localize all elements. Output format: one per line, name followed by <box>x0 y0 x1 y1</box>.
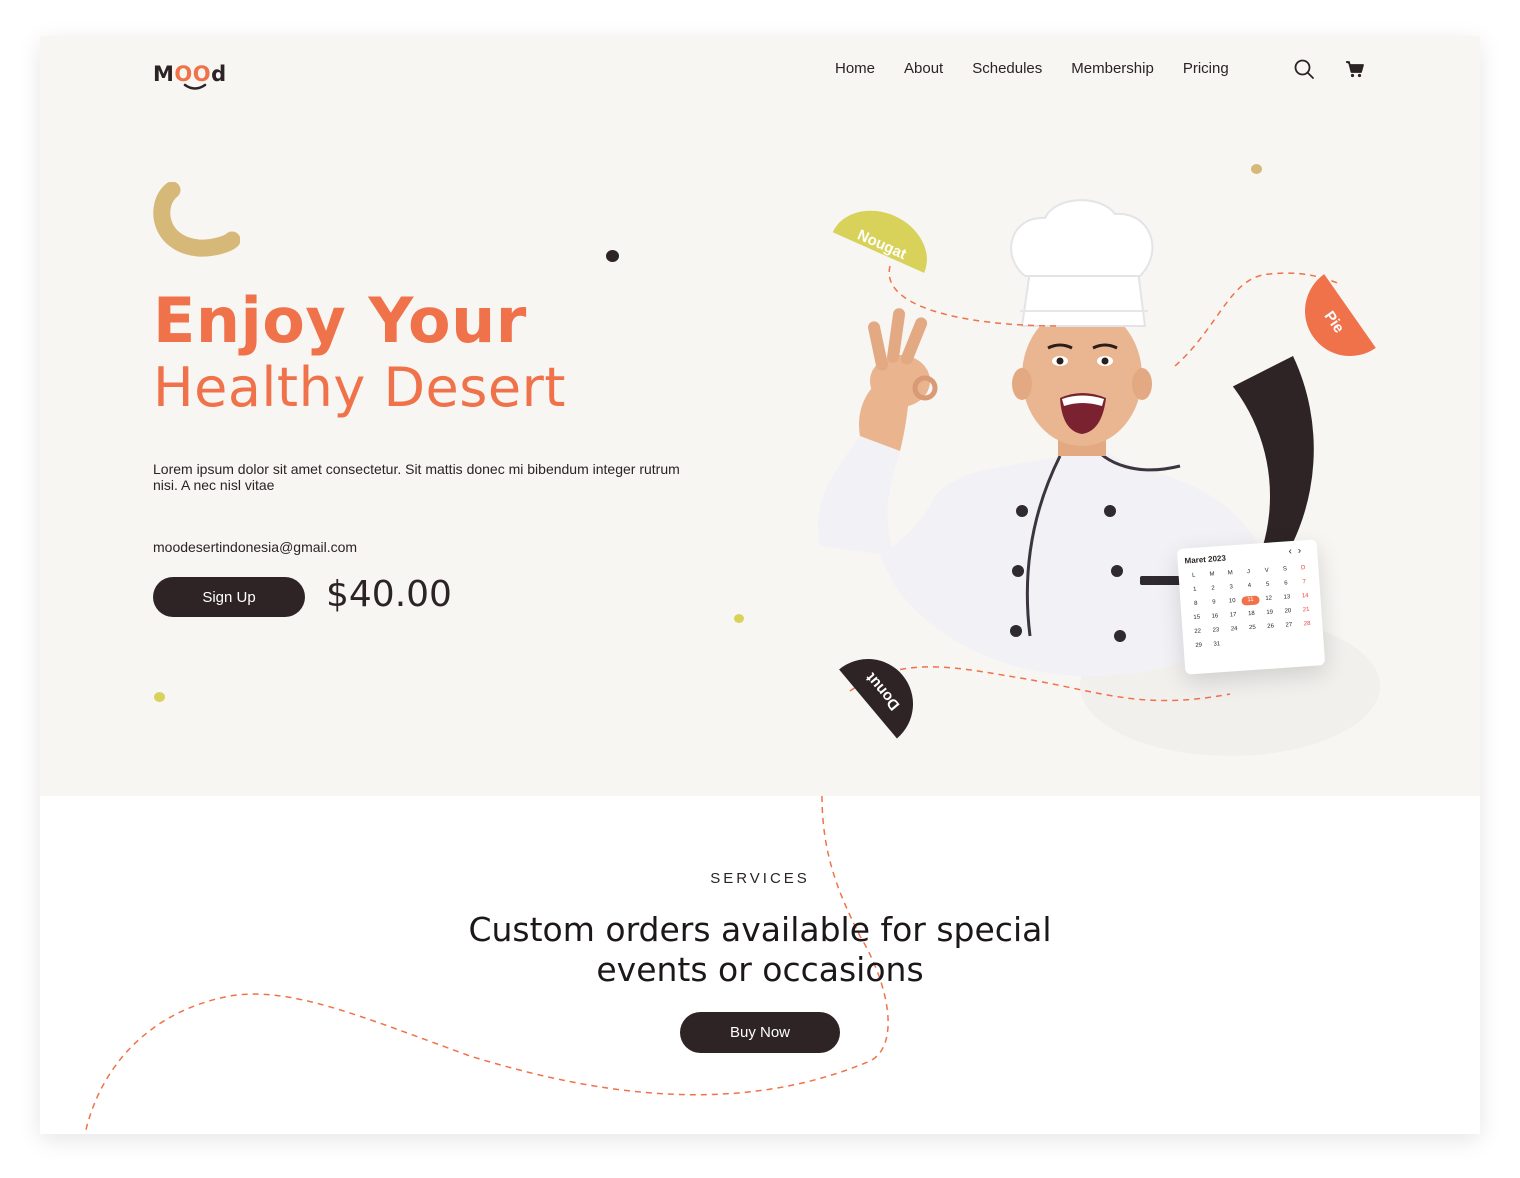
nav-pricing[interactable]: Pricing <box>1183 60 1229 77</box>
signup-button[interactable]: Sign Up <box>153 577 305 617</box>
landing-page: MOOd Home About Schedules Membership Pri… <box>40 36 1480 1134</box>
nav-home[interactable]: Home <box>835 60 875 77</box>
calendar-day[interactable]: 18 <box>1242 609 1261 619</box>
calendar-day[interactable]: 19 <box>1260 608 1279 618</box>
calendar-day[interactable]: 22 <box>1188 627 1207 637</box>
calendar-month-title: Maret 2023 <box>1184 553 1227 566</box>
calendar-day[interactable]: 11 <box>1241 595 1260 606</box>
calendar-weekday: V <box>1264 567 1269 574</box>
crescent-decoration <box>153 182 240 257</box>
buy-now-button[interactable]: Buy Now <box>680 1012 840 1053</box>
nav-schedules[interactable]: Schedules <box>972 60 1042 77</box>
calendar-day[interactable]: 4 <box>1240 581 1259 591</box>
calendar-day[interactable]: 15 <box>1187 613 1206 623</box>
calendar-weekday: M <box>1209 571 1215 578</box>
calendar-day[interactable]: 21 <box>1297 606 1316 616</box>
calendar-day[interactable]: 3 <box>1222 583 1241 593</box>
calendar-day[interactable]: 25 <box>1243 623 1262 633</box>
calendar-day[interactable]: 1 <box>1185 585 1204 595</box>
yellow-dot <box>154 692 165 702</box>
calendar-weekday: M <box>1227 570 1234 577</box>
calendar-day[interactable]: 6 <box>1277 579 1296 589</box>
main-nav: Home About Schedules Membership Pricing <box>835 60 1258 77</box>
calendar-day[interactable]: 20 <box>1279 607 1298 617</box>
services-label: SERVICES <box>710 870 810 887</box>
calendar-day[interactable]: 9 <box>1205 598 1224 608</box>
calendar-nav[interactable]: ‹› <box>1288 545 1307 557</box>
calendar-day[interactable]: 13 <box>1278 593 1297 603</box>
calendar-day[interactable]: 16 <box>1206 612 1225 622</box>
chevron-right-icon[interactable]: › <box>1297 545 1307 557</box>
calendar-day[interactable]: 17 <box>1224 611 1243 621</box>
services-title: Custom orders available for special even… <box>468 910 1052 989</box>
nougat-tag: Nougat <box>832 210 927 273</box>
contact-email[interactable]: moodesertindonesia@gmail.com <box>153 539 357 555</box>
dark-dot <box>606 250 619 262</box>
hero-headline-bold: Enjoy Your <box>153 284 527 357</box>
hero-description: Lorem ipsum dolor sit amet consectetur. … <box>153 461 680 493</box>
logo[interactable]: MOOd <box>153 62 227 94</box>
calendar-weekday: D <box>1300 565 1306 572</box>
nav-membership[interactable]: Membership <box>1071 60 1154 77</box>
calendar-day[interactable]: 24 <box>1225 625 1244 635</box>
calendar-day[interactable]: 8 <box>1186 599 1205 609</box>
calendar-day[interactable]: 31 <box>1208 640 1227 650</box>
calendar-day[interactable]: 12 <box>1259 594 1278 604</box>
pie-tag: Pie <box>1305 274 1376 356</box>
calendar-day[interactable]: 10 <box>1223 597 1242 607</box>
calendar-day[interactable]: 28 <box>1298 619 1317 629</box>
cart-icon[interactable] <box>1344 58 1366 80</box>
search-icon[interactable] <box>1293 58 1315 80</box>
calendar-weekday: S <box>1282 566 1288 573</box>
logo-smile-icon <box>183 83 207 90</box>
calendar-weekday: J <box>1246 568 1251 576</box>
hero-section: MOOd Home About Schedules Membership Pri… <box>40 36 1480 796</box>
calendar-day[interactable]: 2 <box>1204 584 1223 594</box>
calendar-day[interactable]: 27 <box>1280 621 1299 631</box>
price-label: $40.00 <box>326 574 452 615</box>
calendar-day[interactable]: 7 <box>1295 578 1314 588</box>
calendar-day[interactable]: 5 <box>1258 580 1277 590</box>
calendar-day[interactable]: 26 <box>1261 622 1280 632</box>
calendar-weekday: L <box>1191 572 1196 580</box>
calendar-day[interactable]: 14 <box>1296 592 1315 602</box>
calendar-day[interactable]: 29 <box>1189 641 1208 651</box>
yellow-dot-small <box>734 614 744 623</box>
hero-headline-light: Healthy Desert <box>153 356 566 419</box>
chef-illustration: Nougat Pie Donut <box>818 199 1380 756</box>
calendar-day[interactable]: 23 <box>1207 626 1226 636</box>
nav-about[interactable]: About <box>904 60 943 77</box>
calendar-grid: L M M J V S D 1 2 3 4 5 6 7 8 9 10 11 12 13 14 15 16 17 18 19 20 21… <box>1184 564 1317 652</box>
calendar-widget[interactable]: Maret 2023 ‹› L M M J V S D 1 2 3 4 5 6 7 8 9 10 11 12 13 14… <box>1176 539 1326 675</box>
